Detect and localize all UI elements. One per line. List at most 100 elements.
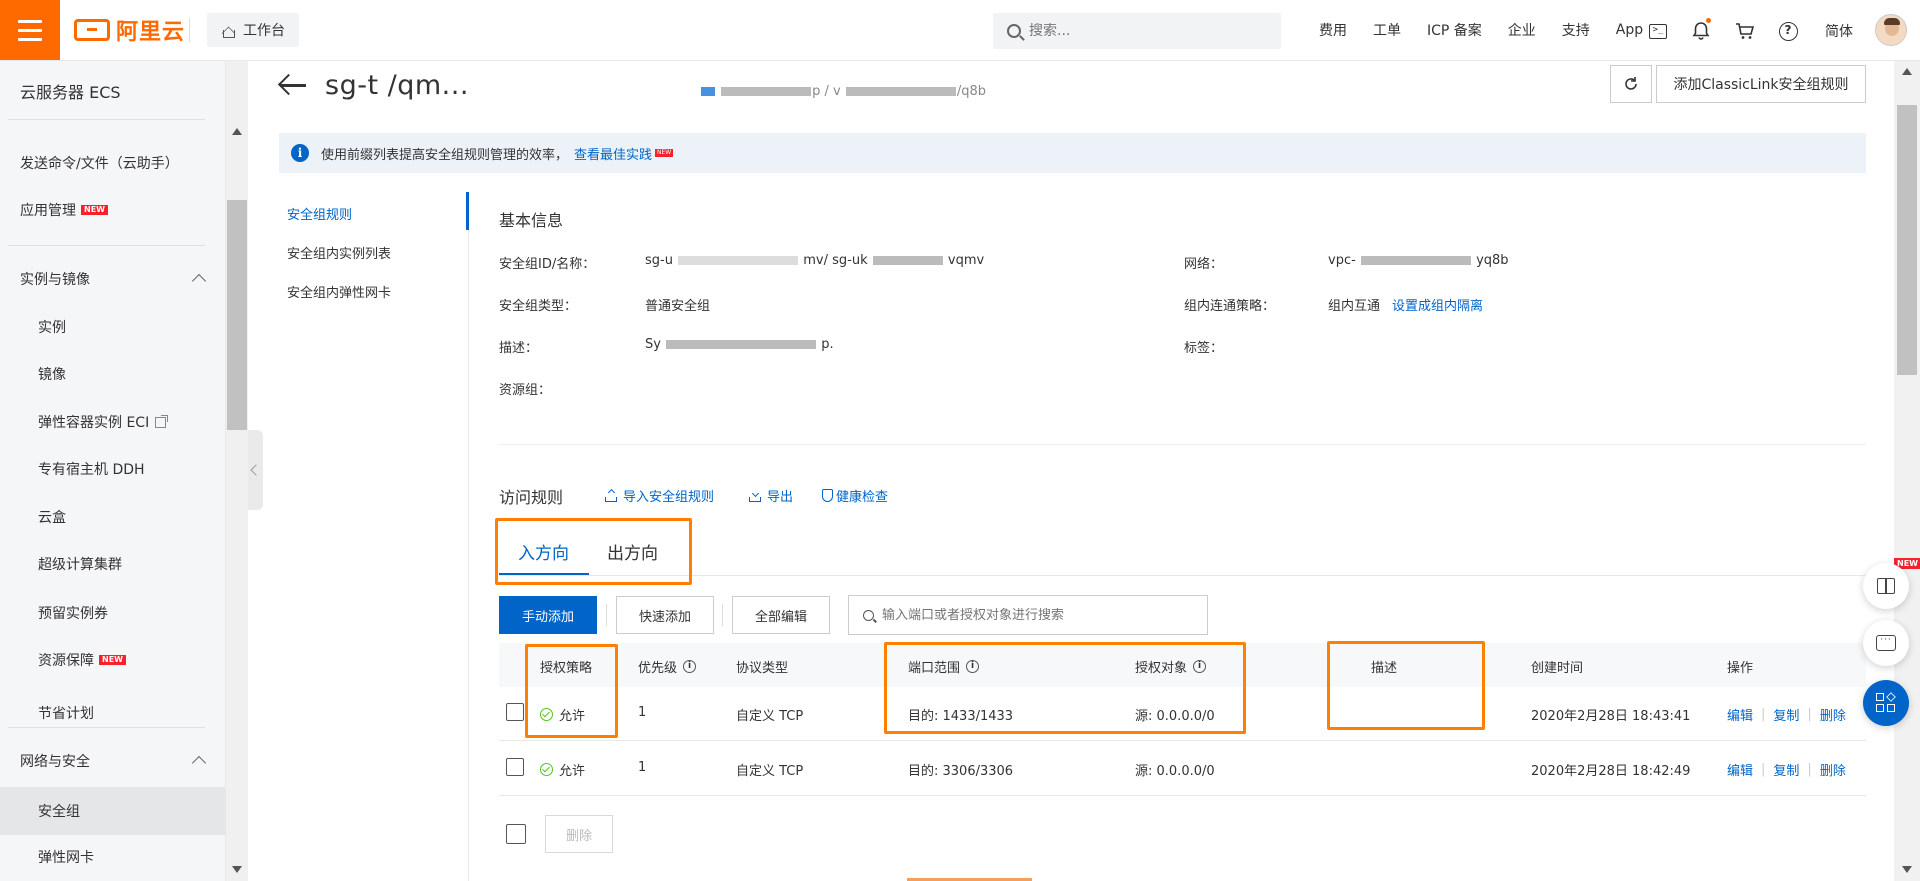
subnav-enis[interactable]: 安全组内弹性网卡 <box>287 282 391 301</box>
divider <box>8 245 205 246</box>
sidebar-item-label: 安全组 <box>38 804 80 820</box>
new-badge: NEW <box>81 205 108 215</box>
feedback-float-button[interactable]: ··· <box>1863 620 1909 666</box>
set-isolation-link[interactable]: 设置成组内隔离 <box>1392 299 1483 314</box>
copy-link[interactable]: 复制 <box>1773 705 1799 724</box>
edit-link[interactable]: 编辑 <box>1727 705 1753 724</box>
batch-delete-button[interactable]: 删除 <box>545 815 613 853</box>
divider <box>606 604 607 626</box>
nav-support[interactable]: 支持 <box>1549 20 1603 40</box>
network-value: vpc- yq8b <box>1328 253 1509 268</box>
main-scrollbar-thumb[interactable] <box>1897 105 1917 375</box>
policy-text: 组内互通 <box>1328 299 1381 314</box>
best-practice-link[interactable]: 查看最佳实践 <box>574 144 652 163</box>
docs-float-button[interactable] <box>1863 563 1909 609</box>
scroll-down-icon[interactable] <box>1902 866 1912 873</box>
sidebar-item-app-management[interactable]: 应用管理 NEW <box>0 190 226 230</box>
row-checkbox[interactable] <box>506 703 524 721</box>
info-icon[interactable]: i <box>683 660 697 673</box>
nav-icp[interactable]: ICP 备案 <box>1414 20 1495 40</box>
divider <box>468 192 469 881</box>
apps-float-button[interactable] <box>1863 680 1909 726</box>
nav-fees[interactable]: 费用 <box>1306 20 1360 40</box>
bell-icon[interactable] <box>1690 18 1712 42</box>
sidebar-item-images[interactable]: 镜像 <box>0 354 226 394</box>
sidebar-item-ddh[interactable]: 专有宿主机 DDH <box>0 449 226 489</box>
sidebar-item-cloud-box[interactable]: 云盒 <box>0 497 226 537</box>
help-icon[interactable]: ? <box>1777 20 1799 42</box>
sidebar-item-eni[interactable]: 弹性网卡 <box>0 837 226 877</box>
table-row: 允许 1 自定义 TCP 目的: 1433/1433 源: 0.0.0.0/0 … <box>499 687 1866 741</box>
sidebar-item-resource-assurance[interactable]: 资源保障 NEW <box>0 640 226 680</box>
scroll-up-icon[interactable] <box>232 128 242 135</box>
import-rules-link[interactable]: 导入安全组规则 <box>605 486 714 505</box>
sidebar-collapse-handle[interactable] <box>248 430 263 510</box>
cell-policy: 允许 <box>540 705 585 724</box>
sg-id-label: 安全组ID/名称： <box>499 257 596 272</box>
copy-link[interactable]: 复制 <box>1773 760 1799 779</box>
nav-enterprise[interactable]: 企业 <box>1495 20 1549 40</box>
delete-link[interactable]: 删除 <box>1820 760 1846 779</box>
scroll-down-icon[interactable] <box>232 866 242 873</box>
sidebar-group-network-security[interactable]: 网络与安全 <box>0 741 226 781</box>
col-label: 操作 <box>1727 661 1754 676</box>
language-switch[interactable]: 简体 <box>1825 21 1853 41</box>
subnav-rules[interactable]: 安全组规则 <box>287 204 352 223</box>
sidebar-item-label: 弹性网卡 <box>38 850 94 866</box>
menu-icon[interactable] <box>0 0 60 60</box>
security-group-title: sg-t /qm... <box>325 70 469 101</box>
manual-add-button[interactable]: 手动添加 <box>499 596 597 634</box>
tab-inbound[interactable]: 入方向 <box>518 539 569 564</box>
cell-priority: 1 <box>638 760 647 775</box>
sidebar-item-instances[interactable]: 实例 <box>0 307 226 347</box>
network-part: yq8b <box>1476 253 1509 268</box>
scroll-up-icon[interactable] <box>1902 68 1912 75</box>
check-circle-icon <box>540 763 553 776</box>
search-input[interactable] <box>1029 23 1249 39</box>
cell-priority: 1 <box>638 705 647 720</box>
avatar[interactable] <box>1875 14 1907 46</box>
divider <box>8 119 205 120</box>
sidebar-item-reserved-instances[interactable]: 预留实例券 <box>0 593 226 633</box>
select-all-checkbox[interactable] <box>506 824 526 844</box>
terminal-icon[interactable]: >_ <box>1647 20 1669 42</box>
book-icon <box>1877 578 1895 594</box>
cell-port: 目的: 1433/1433 <box>908 709 1014 724</box>
description-part: p. <box>821 337 834 352</box>
sidebar-group-instances-images[interactable]: 实例与镜像 <box>0 259 226 299</box>
workbench-button[interactable]: 工作台 <box>207 13 299 47</box>
sidebar-item-scc[interactable]: 超级计算集群 <box>0 544 226 584</box>
health-check-link[interactable]: 健康检查 <box>822 486 888 505</box>
sg-id-part: sg-u <box>645 253 673 268</box>
sidebar-item-cloud-assistant[interactable]: 发送命令/文件（云助手） <box>0 143 226 183</box>
refresh-button[interactable] <box>1610 65 1652 103</box>
row-checkbox[interactable] <box>506 758 524 776</box>
rule-search[interactable] <box>848 595 1208 635</box>
global-search[interactable] <box>993 13 1281 49</box>
quick-add-button[interactable]: 快速添加 <box>616 596 714 634</box>
edit-all-button[interactable]: 全部编辑 <box>732 596 830 634</box>
info-icon[interactable]: i <box>966 660 980 673</box>
delete-link[interactable]: 删除 <box>1820 705 1846 724</box>
active-indicator <box>466 192 469 230</box>
col-protocol: 协议类型 <box>736 657 788 676</box>
sidebar-scrollbar-thumb[interactable] <box>227 200 247 430</box>
add-classiclink-rule-button[interactable]: 添加ClassicLink安全组规则 <box>1656 65 1866 103</box>
aliyun-logo[interactable]: 阿里云 <box>74 14 185 46</box>
rule-search-input[interactable] <box>882 607 1202 623</box>
sg-type-value: 普通安全组 <box>645 299 711 314</box>
workbench-label: 工作台 <box>243 23 285 39</box>
sidebar-item-eci[interactable]: 弹性容器实例 ECI <box>0 402 226 442</box>
subnav-instances[interactable]: 安全组内实例列表 <box>287 243 391 262</box>
edit-link[interactable]: 编辑 <box>1727 760 1753 779</box>
sidebar-scrollbar[interactable] <box>226 61 248 881</box>
cart-icon[interactable] <box>1734 20 1756 42</box>
nav-tickets[interactable]: 工单 <box>1360 20 1414 40</box>
export-link[interactable]: 导出 <box>749 486 793 505</box>
tab-outbound[interactable]: 出方向 <box>607 539 658 564</box>
check-circle-icon <box>540 708 553 721</box>
divider <box>8 727 205 728</box>
sidebar-item-security-group[interactable]: 安全组 <box>0 787 226 835</box>
info-icon[interactable]: i <box>1193 660 1207 673</box>
back-arrow-icon[interactable] <box>278 72 308 100</box>
